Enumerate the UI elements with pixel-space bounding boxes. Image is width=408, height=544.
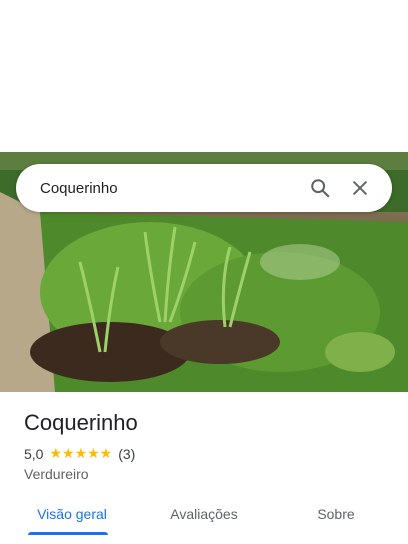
- place-category: Verdureiro: [24, 466, 89, 482]
- rating-value: 5,0: [24, 445, 44, 462]
- close-icon[interactable]: [340, 168, 380, 208]
- rating-row[interactable]: 5,0 ★★★★★ (3): [24, 445, 135, 462]
- place-details-panel: Coquerinho 5,0 ★★★★★ (3) Verdureiro Visã…: [0, 392, 408, 544]
- tab-about[interactable]: Sobre: [282, 492, 390, 536]
- map-blank-area: [0, 0, 408, 152]
- review-count: (3): [118, 445, 136, 462]
- tab-overview[interactable]: Visão geral: [18, 492, 126, 536]
- star-rating-icon: ★★★★★: [49, 445, 113, 461]
- place-tabs: Visão geral Avaliações Sobre: [0, 492, 408, 536]
- tab-reviews[interactable]: Avaliações: [150, 492, 258, 536]
- search-input[interactable]: Coquerinho: [40, 180, 300, 197]
- active-tab-indicator: [28, 532, 108, 535]
- place-title: Coquerinho: [24, 410, 138, 435]
- search-bar[interactable]: Coquerinho: [16, 164, 392, 212]
- search-icon[interactable]: [300, 168, 340, 208]
